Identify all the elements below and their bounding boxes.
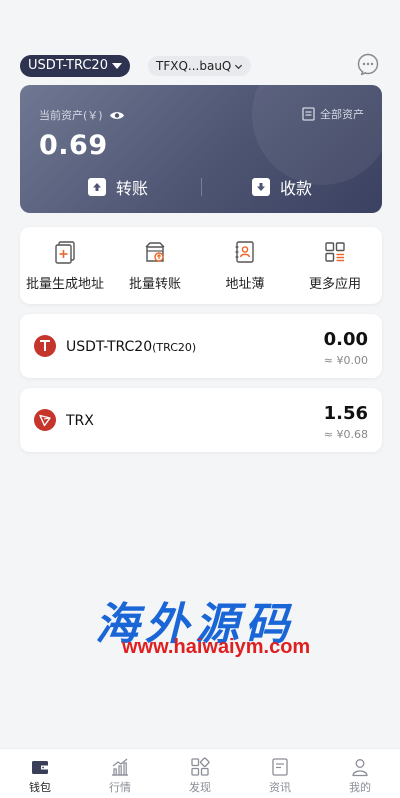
asset-card: 当前资产(￥) 全部资产 0.69 转账 收款 [20,85,382,213]
decorative-circle [252,85,382,185]
card-actions: 转账 收款 [20,175,382,199]
transfer-label: 转账 [116,179,149,198]
tab-wallet[interactable]: 钱包 [10,757,70,795]
token-name-main: USDT-TRC20 [66,339,153,355]
batch-address-icon [55,241,75,264]
asset-label: 当前资产(￥) [39,107,125,123]
token-name-main: TRX [66,413,94,429]
document-icon [302,107,315,121]
token-balance: 0.00 [323,329,368,350]
eye-icon[interactable] [109,110,125,121]
token-row-trx[interactable]: TRX 1.56 ≈ ¥0.68 [20,388,382,452]
app-label: 更多应用 [308,277,361,292]
app-more[interactable]: 更多应用 [290,239,380,292]
news-icon [272,758,288,776]
token-name: USDT-TRC20(TRC20) [66,339,196,355]
chat-bubble-icon[interactable] [356,53,380,77]
app-batch-transfer[interactable]: 批量转账 [110,239,200,292]
quick-apps: 批量生成地址 批量转账 地址薄 更多应用 [20,227,382,304]
app-label: 批量生成地址 [25,277,104,292]
batch-transfer-icon [145,242,165,262]
chart-icon [112,758,128,776]
tab-news[interactable]: 资讯 [250,757,310,795]
receive-label: 收款 [280,179,313,198]
address-label: TFXQ...bauQ [156,59,232,73]
tab-label: 行情 [109,781,131,794]
discover-icon [191,757,210,776]
watermark-url: www.haiwaiym.com [122,636,311,658]
wallet-home: USDT-TRC20 TFXQ...bauQ 当前资产(￥) 全部资产 0.69… [0,0,400,798]
all-assets-label: 全部资产 [320,108,364,121]
chevron-down-icon [235,64,243,69]
asset-label-text: 当前资产(￥) [39,109,103,122]
asset-amount: 0.69 [39,130,108,161]
trx-icon [34,409,56,431]
token-fiat-value: ≈ ¥0.68 [323,428,368,441]
tab-label: 钱包 [29,781,51,794]
tab-discover[interactable]: 发现 [170,757,230,795]
header: USDT-TRC20 TFXQ...bauQ [20,53,380,78]
transfer-button[interactable]: 转账 [88,175,148,199]
chain-selector[interactable]: USDT-TRC20 [20,55,130,77]
tab-profile[interactable]: 我的 [330,757,390,795]
app-label: 批量转账 [128,277,181,292]
chain-label: USDT-TRC20 [28,58,108,73]
download-arrow-icon [252,178,270,196]
tab-label: 我的 [349,781,371,794]
divider [201,178,202,196]
app-address-book[interactable]: 地址薄 [200,239,290,292]
tab-label: 资讯 [269,781,291,794]
token-name-sub: (TRC20) [152,341,197,354]
profile-icon [352,759,368,777]
wallet-icon [32,761,48,774]
token-fiat-value: ≈ ¥0.00 [323,354,368,367]
token-row-usdt[interactable]: USDT-TRC20(TRC20) 0.00 ≈ ¥0.00 [20,314,382,378]
address-book-icon [235,241,254,263]
token-name: TRX [66,413,94,429]
all-assets-link[interactable]: 全部资产 [302,106,364,122]
token-balance: 1.56 [323,403,368,424]
upload-arrow-icon [88,178,106,196]
app-batch-generate-address[interactable]: 批量生成地址 [20,239,110,292]
tab-bar: 钱包 行情 发现 资讯 我的 [0,748,400,798]
triangle-down-icon [111,63,122,69]
tab-label: 发现 [189,781,211,794]
tab-market[interactable]: 行情 [90,757,150,795]
app-label: 地址薄 [225,277,265,292]
usdt-tron-icon [34,335,56,357]
grid-apps-icon [325,242,345,262]
receive-button[interactable]: 收款 [252,175,312,199]
address-selector[interactable]: TFXQ...bauQ [148,56,252,76]
